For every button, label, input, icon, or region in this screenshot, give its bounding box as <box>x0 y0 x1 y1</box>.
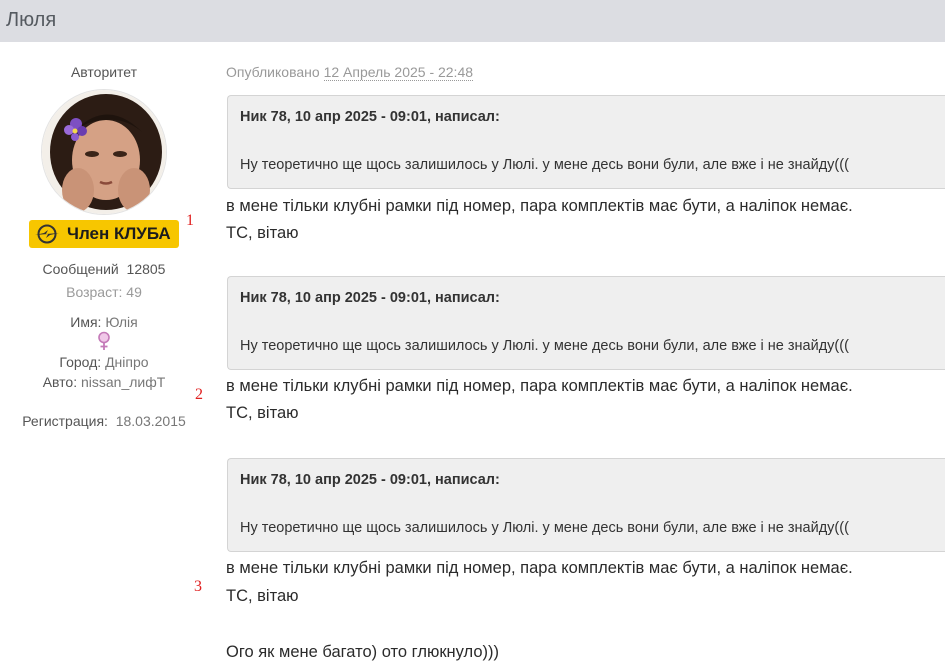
user-age: Возраст: 49 <box>0 284 208 300</box>
quote-text: Ну теоретично ще щось залишилось у Люлі.… <box>240 520 849 536</box>
quote-author: Ник 78, 10 апр 2025 - 09:01, написал: <box>240 109 500 125</box>
reg-value: 18.03.2015 <box>115 413 186 429</box>
quote-text: Ну теоретично ще щось залишилось у Люлі.… <box>240 157 849 173</box>
posts-label: Сообщений <box>42 261 119 277</box>
opel-logo-icon <box>35 224 59 244</box>
city-value: Дніпро <box>105 354 149 370</box>
quote-author: Ник 78, 10 апр 2025 - 09:01, написал: <box>240 290 500 306</box>
car-value: nissan_лифТ <box>80 374 166 390</box>
quote-block: Ник 78, 10 апр 2025 - 09:01, написал: Ну… <box>227 458 945 552</box>
posts-count: Сообщений 12805 <box>0 261 208 277</box>
annotation-marker: 2 <box>195 386 203 403</box>
female-gender-icon <box>98 331 110 350</box>
reply-text: в мене тільки клубні рамки під номер, па… <box>226 197 853 215</box>
user-rank: Авторитет <box>70 64 138 80</box>
badge-label: Член КЛУБА <box>67 224 171 243</box>
registration-date: Регистрация: 18.03.2015 <box>0 413 208 429</box>
reply-text: ТС, вітаю <box>226 224 299 242</box>
reply-text: в мене тільки клубні рамки під номер, па… <box>226 377 853 395</box>
club-member-badge: Член КЛУБА <box>29 220 179 248</box>
reg-label: Регистрация: <box>22 413 108 429</box>
age-value: 49 <box>126 284 142 300</box>
post-published: Опубликовано 12 Апрель 2025 - 22:48 <box>226 64 474 81</box>
name-label: Имя: <box>70 314 102 330</box>
annotation-marker: 3 <box>194 578 202 595</box>
posts-value: 12805 <box>126 261 166 277</box>
avatar-image <box>42 90 166 214</box>
user-city: Город: Дніпро <box>0 354 208 370</box>
topic-header: Люля <box>0 0 945 42</box>
topic-title: Люля <box>6 9 57 31</box>
name-value: Юлія <box>105 314 138 330</box>
quote-block: Ник 78, 10 апр 2025 - 09:01, написал: Ну… <box>227 95 945 189</box>
published-label: Опубликовано <box>226 64 320 80</box>
user-panel: Авторитет Член КЛУБА Сообщений 12805 Воз… <box>0 42 208 661</box>
age-label: Возраст: <box>66 284 123 300</box>
published-date-link[interactable]: 12 Апрель 2025 - 22:48 <box>323 64 474 81</box>
reply-text: ТС, вітаю <box>226 587 299 605</box>
annotation-marker: 1 <box>186 212 194 229</box>
user-car: Авто: nissan_лифТ <box>0 374 208 390</box>
user-name: Имя: Юлія <box>0 314 208 330</box>
quote-text: Ну теоретично ще щось залишилось у Люлі.… <box>240 338 849 354</box>
avatar[interactable] <box>41 89 167 215</box>
reply-text: в мене тільки клубні рамки під номер, па… <box>226 559 853 577</box>
city-label: Город: <box>59 354 102 370</box>
quote-author: Ник 78, 10 апр 2025 - 09:01, написал: <box>240 472 500 488</box>
car-label: Авто: <box>42 374 78 390</box>
reply-text: ТС, вітаю <box>226 404 299 422</box>
final-reply-text: Ого як мене багато) ото глюкнуло))) <box>226 643 500 661</box>
quote-block: Ник 78, 10 апр 2025 - 09:01, написал: Ну… <box>227 276 945 370</box>
